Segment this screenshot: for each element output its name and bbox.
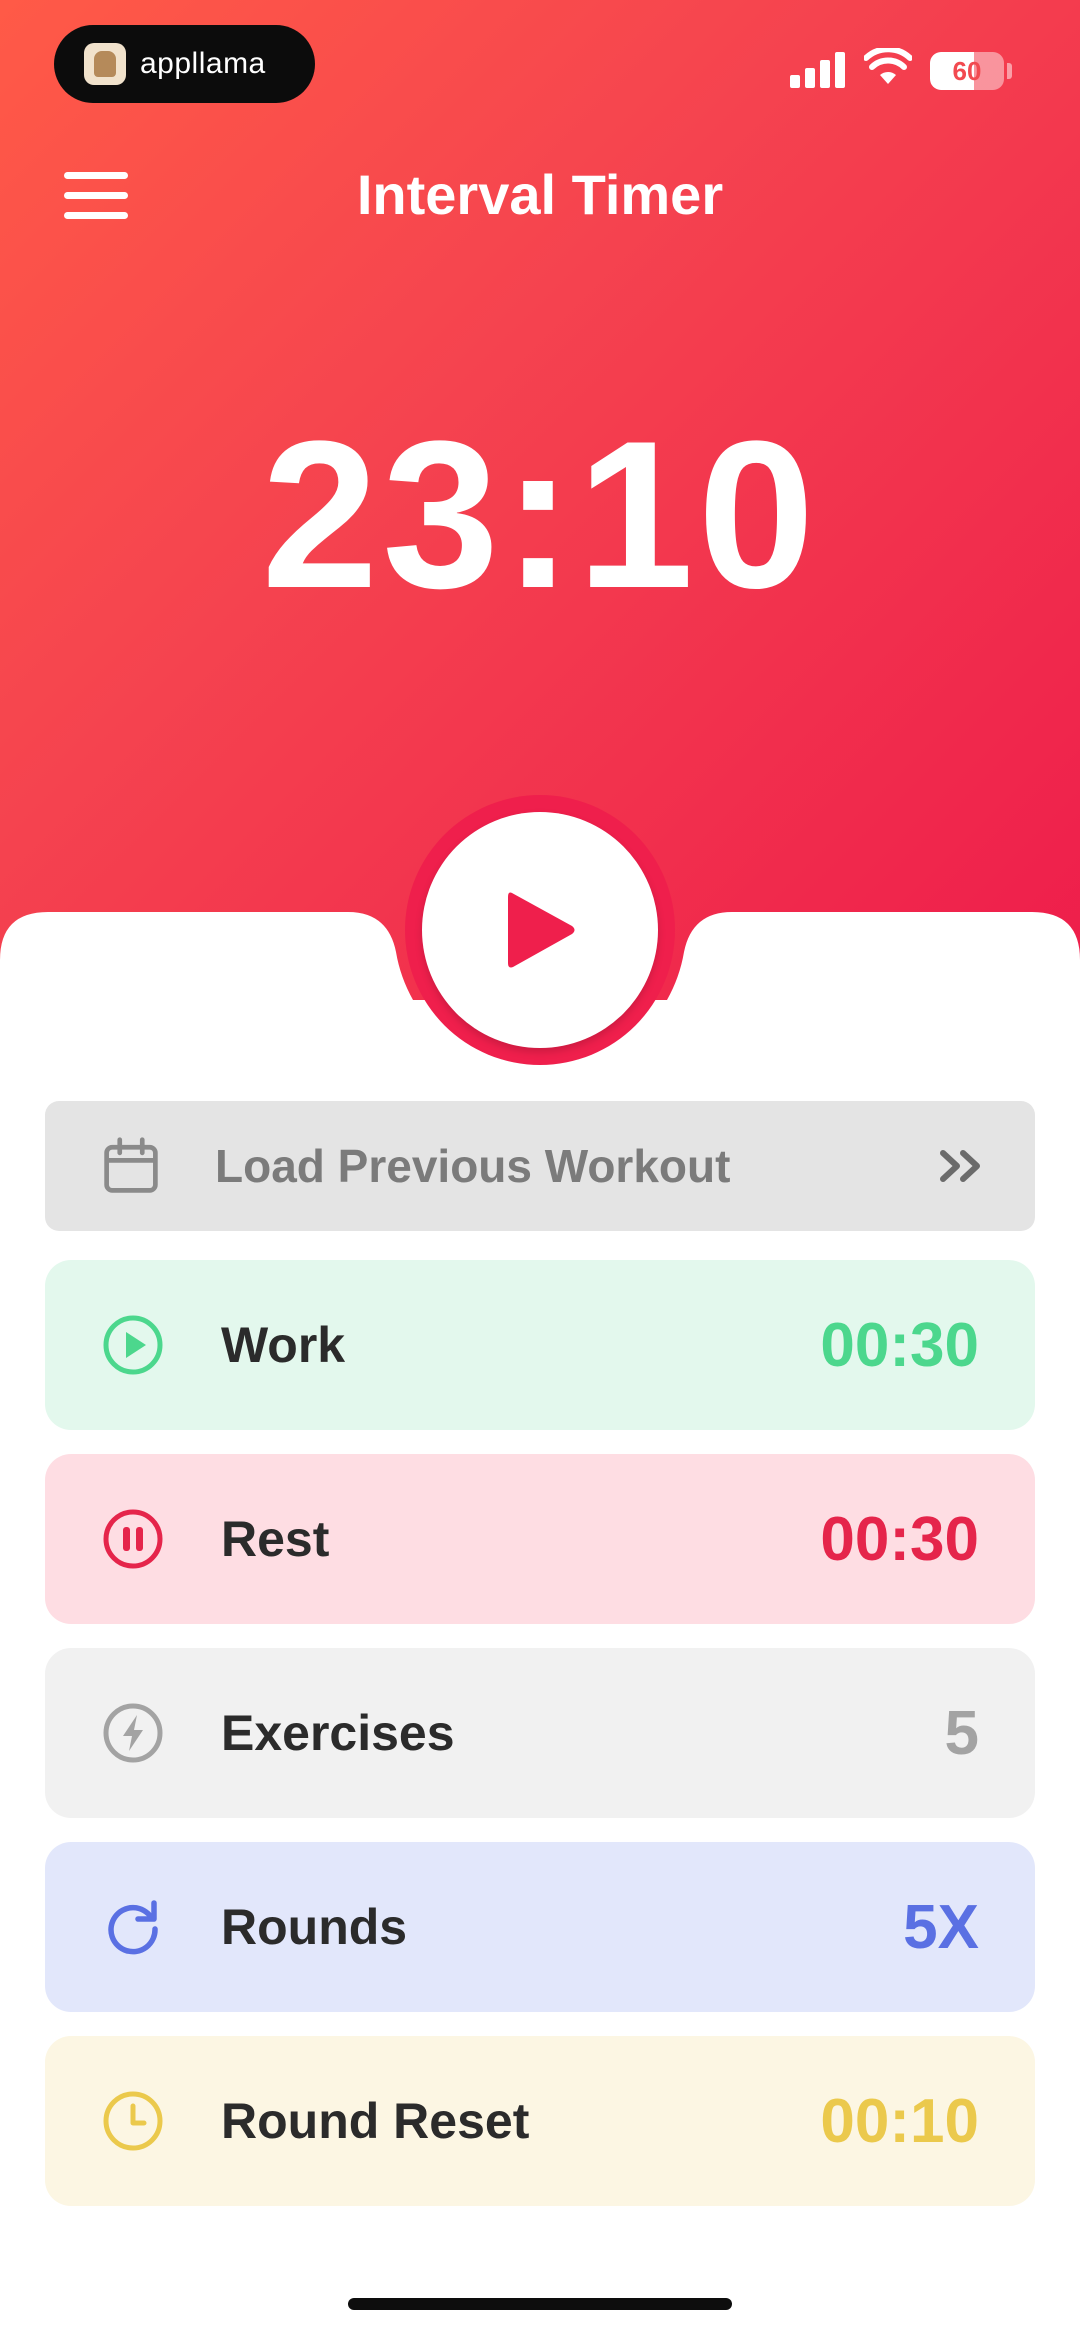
llama-logo-icon: [84, 43, 126, 85]
refresh-icon: [108, 1900, 158, 1955]
cellular-signal-icon: [790, 52, 846, 88]
load-previous-workout-label: Load Previous Workout: [215, 1140, 731, 1192]
rounds-label: Rounds: [221, 1899, 408, 1955]
exercises-setting-row[interactable]: Exercises 5: [45, 1648, 1035, 1818]
work-label: Work: [221, 1317, 346, 1373]
page-title: Interval Timer: [356, 163, 724, 226]
play-circle-icon: [103, 1315, 163, 1375]
rest-label: Rest: [221, 1511, 330, 1567]
round-reset-value: 00:10: [820, 2086, 979, 2156]
lightning-circle-icon: [103, 1703, 163, 1763]
round-reset-label: Round Reset: [221, 2093, 530, 2149]
play-icon: [508, 892, 575, 968]
start-timer-button[interactable]: [422, 812, 658, 1048]
exercises-value: 5: [944, 1698, 979, 1768]
double-chevron-right-icon: [940, 1150, 980, 1182]
wifi-icon: [864, 48, 912, 84]
brand-name: appllama: [140, 47, 266, 80]
pause-circle-icon: [103, 1509, 163, 1569]
status-bar: appllama 60: [0, 0, 1080, 140]
work-setting-row[interactable]: Work 00:30: [45, 1260, 1035, 1430]
exercises-label: Exercises: [221, 1705, 455, 1761]
rest-value: 00:30: [820, 1504, 979, 1574]
timer-display: 23:10: [261, 397, 819, 632]
battery-indicator: 60: [930, 52, 1004, 90]
rounds-setting-row[interactable]: Rounds 5X: [45, 1842, 1035, 2012]
load-previous-workout-button[interactable]: Load Previous Workout: [45, 1101, 1035, 1231]
round-reset-setting-row[interactable]: Round Reset 00:10: [45, 2036, 1035, 2206]
calendar-icon: [104, 1137, 158, 1193]
battery-tip: [1007, 63, 1012, 79]
app-brand-pill: appllama: [54, 25, 315, 103]
clock-icon: [103, 2091, 163, 2151]
battery-percentage: 60: [952, 56, 982, 86]
rounds-value: 5X: [903, 1892, 979, 1962]
work-value: 00:30: [820, 1310, 979, 1380]
rest-setting-row[interactable]: Rest 00:30: [45, 1454, 1035, 1624]
home-indicator: [348, 2298, 732, 2310]
